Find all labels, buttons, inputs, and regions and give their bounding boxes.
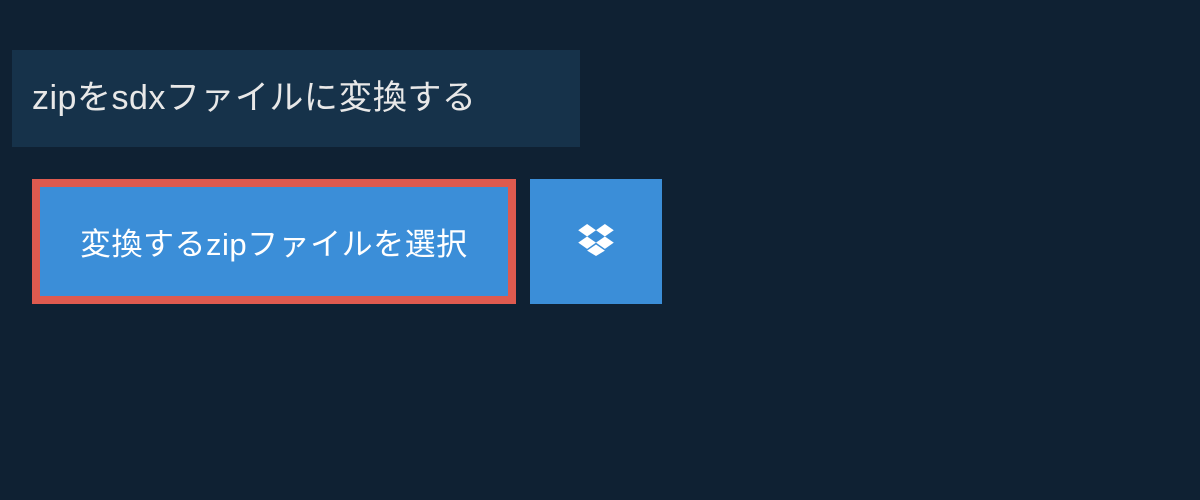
file-converter-panel: zipをsdxファイルに変換する 変換するzipファイルを選択	[0, 0, 1200, 304]
select-file-button[interactable]: 変換するzipファイルを選択	[32, 179, 516, 304]
dropbox-button[interactable]	[530, 179, 662, 304]
select-file-button-label: 変換するzipファイルを選択	[80, 227, 468, 262]
dropbox-icon	[578, 224, 614, 259]
page-title: zipをsdxファイルに変換する	[32, 70, 552, 119]
header-panel: zipをsdxファイルに変換する	[12, 50, 580, 147]
action-button-row: 変換するzipファイルを選択	[32, 179, 1200, 304]
